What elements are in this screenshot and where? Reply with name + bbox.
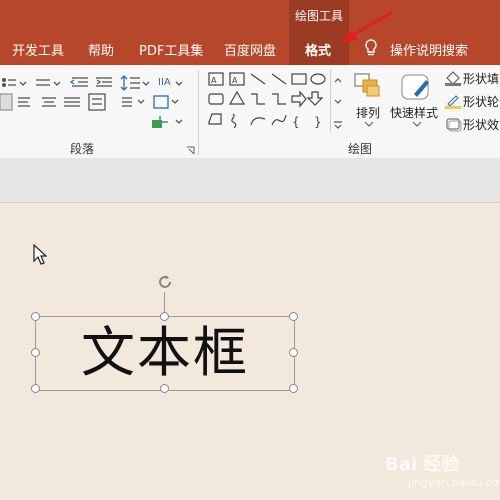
tell-me-search[interactable]: 操作说明搜索: [390, 40, 468, 59]
tab-format[interactable]: 格式: [305, 40, 331, 59]
svg-text:{: {: [292, 115, 300, 129]
group-label-drawing: 绘图: [348, 142, 373, 156]
paragraph-controls[interactable]: IIA: [0, 72, 200, 134]
svg-text:}: }: [314, 115, 322, 129]
gallery-scroll-arrows-icon: [334, 78, 342, 129]
shapes-gallery[interactable]: A A { }: [206, 70, 330, 132]
svg-text:A: A: [232, 76, 238, 85]
resize-handle-bottom-right[interactable]: [289, 384, 298, 393]
resize-handle-right[interactable]: [289, 348, 298, 357]
resize-handle-top[interactable]: [160, 312, 169, 321]
group-label-paragraph: 段落: [70, 142, 95, 156]
mouse-cursor-icon: [33, 244, 47, 265]
dialog-launcher-icon[interactable]: [186, 146, 195, 155]
svg-text:IIA: IIA: [158, 77, 171, 88]
tab-developer[interactable]: 开发工具: [12, 40, 64, 59]
watermark-url: jingyan.baidu.com: [408, 476, 500, 489]
shape-fill-button[interactable]: 形状填: [463, 70, 499, 87]
shape-effects-icon: [446, 118, 462, 132]
ribbon-bottom-band: [0, 158, 500, 203]
shape-effects-button[interactable]: 形状效: [463, 116, 499, 133]
resize-handle-top-right[interactable]: [289, 312, 298, 321]
tab-pdf-tools[interactable]: PDF工具集: [139, 40, 203, 59]
rotate-handle-icon[interactable]: [155, 272, 175, 292]
resize-handle-bottom[interactable]: [160, 384, 169, 393]
watermark-brand: Bai 经验: [385, 454, 460, 475]
quick-styles-button[interactable]: 快速样式: [390, 104, 438, 121]
shape-fill-icon: [445, 71, 461, 86]
shape-outline-button[interactable]: 形状轮: [463, 93, 499, 110]
gallery-scrollbar[interactable]: [330, 70, 345, 132]
arrange-button[interactable]: 排列: [356, 104, 380, 121]
chevron-down-icon: [412, 121, 422, 127]
resize-handle-top-left[interactable]: [31, 312, 40, 321]
title-bar: [0, 0, 500, 30]
resize-handle-left[interactable]: [31, 348, 40, 357]
textbox-content[interactable]: 文本框: [35, 318, 295, 388]
arrange-icon: [354, 73, 380, 97]
quick-styles-icon: [401, 74, 429, 100]
red-arrow-annotation: [340, 10, 393, 43]
chevron-down-icon: [364, 121, 374, 127]
svg-text:A: A: [211, 76, 217, 85]
tab-help[interactable]: 帮助: [88, 40, 114, 59]
shape-outline-icon: [445, 95, 461, 109]
group-separator: [198, 70, 199, 155]
resize-handle-bottom-left[interactable]: [31, 384, 40, 393]
tab-baidu-netdisk[interactable]: 百度网盘: [224, 40, 276, 59]
